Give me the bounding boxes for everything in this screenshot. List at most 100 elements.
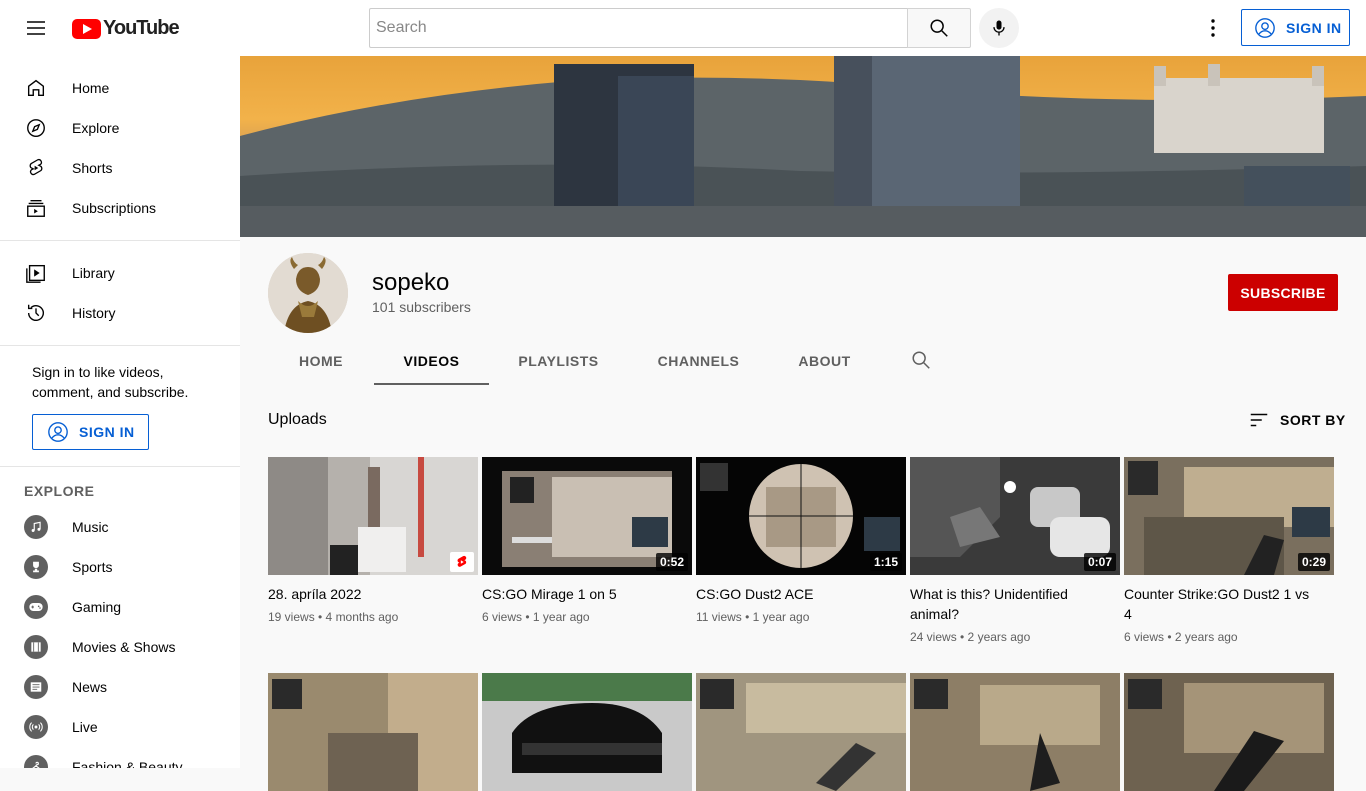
sidebar-item-label: Fashion & Beauty	[72, 759, 183, 768]
menu-icon[interactable]	[16, 8, 56, 48]
music-icon	[24, 515, 48, 539]
sidebar-sign-in-button[interactable]: SIGN IN	[32, 414, 149, 450]
sort-by-button[interactable]: SORT BY	[1248, 409, 1346, 431]
sidebar-item-library[interactable]: Library	[0, 253, 240, 293]
search-icon	[930, 19, 948, 37]
trophy-icon	[24, 555, 48, 579]
video-title[interactable]: CS:GO Mirage 1 on 5	[482, 584, 692, 604]
channel-banner	[240, 56, 1366, 237]
sign-in-label: SIGN IN	[1286, 19, 1342, 36]
sidebar-item-label: Shorts	[72, 160, 113, 176]
voice-search-button[interactable]	[979, 8, 1019, 48]
channel-header: sopeko 101 subscribers SUBSCRIBE HOME VI…	[240, 237, 1366, 385]
channel-tabs: HOME VIDEOS PLAYLISTS CHANNELS ABOUT	[268, 337, 880, 385]
video-title[interactable]: CS:GO Dust2 ACE	[696, 584, 906, 604]
uploads-heading: Uploads	[268, 411, 327, 428]
video-card[interactable]: 0:07 What is this? Unidentified animal? …	[910, 457, 1120, 644]
account-icon	[48, 422, 68, 442]
video-card[interactable]: 1:15 CS:GO Dust2 ACE 11 views • 1 year a…	[696, 457, 906, 624]
sidebar-item-label: History	[72, 305, 116, 321]
sidebar-item-label: Sports	[72, 559, 113, 575]
video-card[interactable]: 0:29 Counter Strike:GO Dust2 1 vs 4 6 vi…	[1124, 457, 1334, 644]
channel-search-icon[interactable]	[910, 349, 934, 373]
tab-home[interactable]: HOME	[268, 337, 374, 385]
sidebar-item-gaming[interactable]: Gaming	[0, 587, 240, 627]
sidebar-item-movies[interactable]: Movies & Shows	[0, 627, 240, 667]
sidebar-item-label: Movies & Shows	[72, 639, 176, 655]
video-meta: 24 views • 2 years ago	[910, 630, 1031, 644]
subscriber-count: 101 subscribers	[372, 299, 471, 315]
videos-section: Uploads SORT BY 28. apríla 2022 19 views…	[240, 385, 1366, 791]
sidebar: Home Explore Shorts Subscriptions Librar…	[0, 56, 240, 768]
video-thumbnail[interactable]	[910, 673, 1120, 791]
video-thumbnail[interactable]: 1:15	[696, 457, 906, 575]
video-duration: 0:29	[1297, 553, 1330, 571]
video-meta: 6 views • 1 year ago	[482, 610, 590, 624]
video-card[interactable]	[268, 673, 478, 791]
search-button[interactable]	[907, 8, 971, 48]
sidebar-item-label: Home	[72, 80, 110, 96]
video-card[interactable]	[910, 673, 1120, 791]
sidebar-item-news[interactable]: News	[0, 667, 240, 707]
sort-by-label: SORT BY	[1280, 412, 1346, 428]
video-thumbnail[interactable]: 0:29	[1124, 457, 1334, 575]
youtube-logo[interactable]: YouTube	[72, 17, 180, 40]
sidebar-item-label: Gaming	[72, 599, 122, 615]
sign-in-button[interactable]: SIGN IN	[1241, 9, 1350, 46]
video-card[interactable]	[482, 673, 692, 791]
video-thumbnail[interactable]	[268, 457, 478, 575]
shorts-icon	[457, 555, 467, 567]
video-thumbnail[interactable]	[696, 673, 906, 791]
sidebar-item-subscriptions[interactable]: Subscriptions	[0, 188, 240, 228]
sidebar-item-fashion[interactable]: Fashion & Beauty	[0, 747, 240, 768]
tab-playlists[interactable]: PLAYLISTS	[489, 337, 628, 385]
video-duration: 0:52	[655, 553, 688, 571]
video-meta: 11 views • 1 year ago	[696, 610, 810, 624]
video-title[interactable]: What is this? Unidentified animal?	[910, 584, 1120, 624]
settings-menu-button[interactable]	[1193, 8, 1233, 48]
channel-avatar[interactable]	[268, 253, 348, 333]
video-thumbnail[interactable]	[268, 673, 478, 791]
video-thumbnail[interactable]	[1124, 673, 1334, 791]
video-thumbnail[interactable]: 0:07	[910, 457, 1120, 575]
top-bar: YouTube SIGN IN	[0, 0, 1366, 56]
video-card[interactable]: 0:52 CS:GO Mirage 1 on 5 6 views • 1 yea…	[482, 457, 692, 624]
video-card[interactable]	[696, 673, 906, 791]
logo-text: YouTube	[103, 17, 180, 39]
sidebar-item-live[interactable]: Live	[0, 707, 240, 747]
shorts-icon	[24, 156, 48, 180]
video-card[interactable]: 28. apríla 2022 19 views • 4 months ago	[268, 457, 478, 624]
more-vert-icon	[1211, 19, 1215, 37]
subscribe-button[interactable]: SUBSCRIBE	[1228, 274, 1338, 311]
video-duration: 0:07	[1083, 553, 1116, 571]
sidebar-item-explore[interactable]: Explore	[0, 108, 240, 148]
video-meta: 6 views • 2 years ago	[1124, 630, 1238, 644]
sidebar-item-label: Live	[72, 719, 98, 735]
sidebar-item-music[interactable]: Music	[0, 507, 240, 547]
gamepad-icon	[24, 595, 48, 619]
news-icon	[24, 675, 48, 699]
search-box[interactable]	[369, 8, 908, 48]
history-icon	[24, 301, 48, 325]
tab-about[interactable]: ABOUT	[769, 337, 880, 385]
video-title[interactable]: 28. apríla 2022	[268, 584, 478, 604]
video-thumbnail[interactable]: 0:52	[482, 457, 692, 575]
channel-name: sopeko	[372, 269, 450, 296]
video-duration: 1:15	[869, 553, 902, 571]
tab-videos[interactable]: VIDEOS	[374, 337, 489, 385]
video-thumbnail[interactable]	[482, 673, 692, 791]
microphone-icon	[993, 20, 1005, 36]
home-icon	[24, 76, 48, 100]
sidebar-item-shorts[interactable]: Shorts	[0, 148, 240, 188]
sidebar-item-sports[interactable]: Sports	[0, 547, 240, 587]
sidebar-item-home[interactable]: Home	[0, 68, 240, 108]
sign-in-label: SIGN IN	[79, 424, 135, 440]
shorts-badge	[450, 552, 474, 572]
tab-channels[interactable]: CHANNELS	[628, 337, 769, 385]
sidebar-item-history[interactable]: History	[0, 293, 240, 333]
video-card[interactable]	[1124, 673, 1334, 791]
video-title[interactable]: Counter Strike:GO Dust2 1 vs 4	[1124, 584, 1334, 624]
sidebar-item-label: Music	[72, 519, 109, 535]
search-input[interactable]	[376, 19, 902, 37]
subscriptions-icon	[24, 196, 48, 220]
